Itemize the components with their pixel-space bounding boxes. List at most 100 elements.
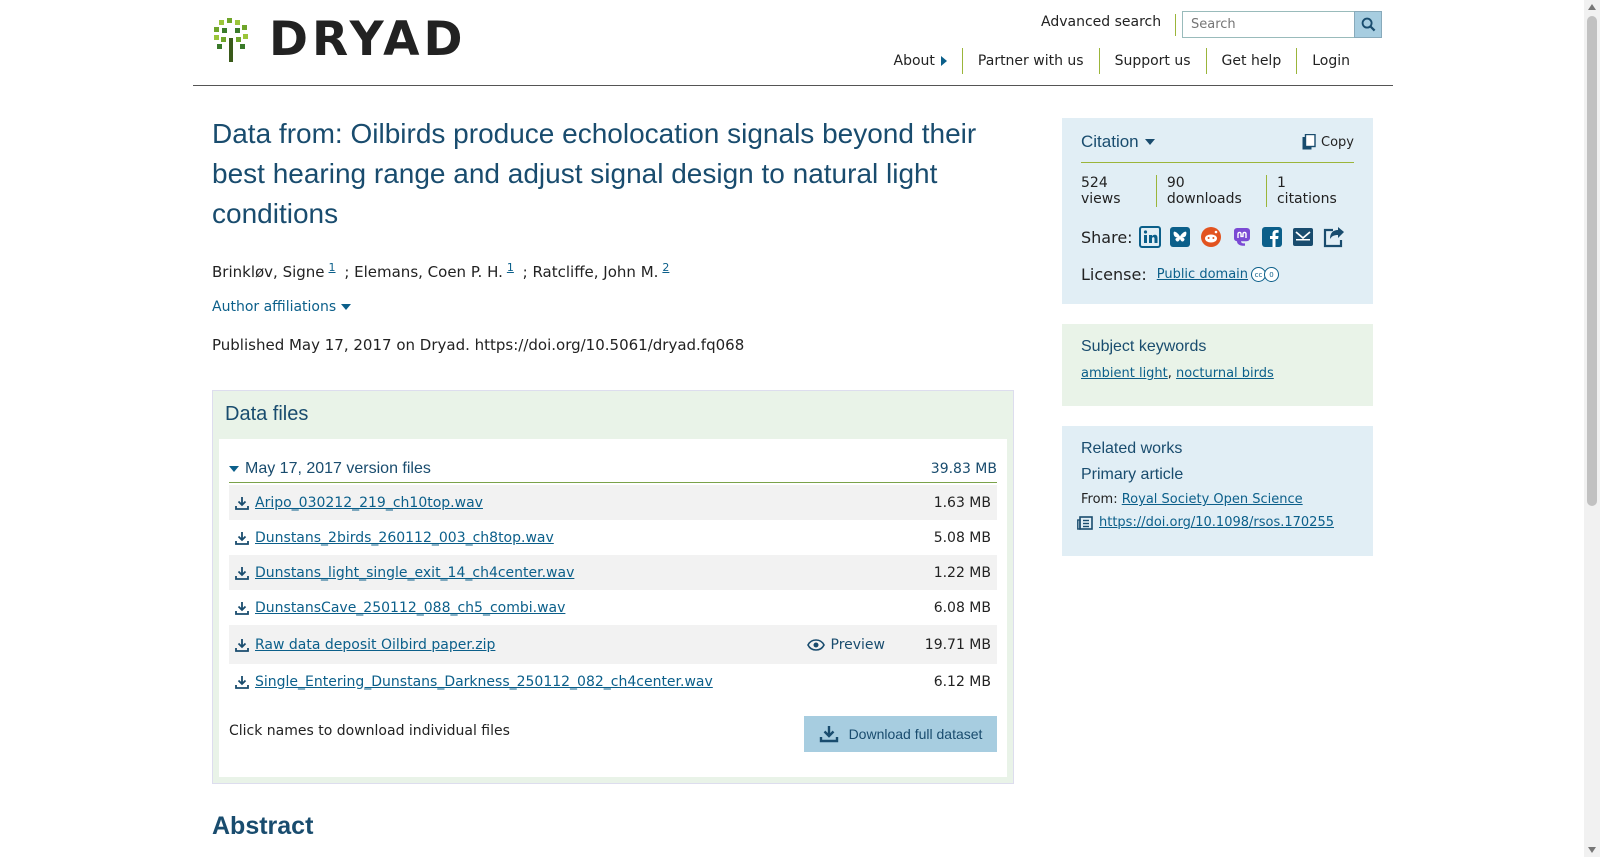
- version-size: 39.83 MB: [930, 460, 997, 477]
- affiliations-label: Author affiliations: [212, 299, 337, 315]
- related-works-panel: Related works Primary article From: Roya…: [1062, 426, 1373, 556]
- primary-article-label: Primary article: [1081, 466, 1184, 483]
- download-icon: [235, 638, 249, 652]
- version-toggle[interactable]: May 17, 2017 version files 39.83 MB: [229, 455, 997, 483]
- file-size: 6.12 MB: [933, 673, 991, 690]
- advanced-search-link[interactable]: Advanced search: [1041, 14, 1177, 36]
- facebook-icon[interactable]: [1261, 225, 1284, 249]
- logo-text: DRYAD: [269, 12, 467, 67]
- affiliation-ref[interactable]: 1: [507, 261, 514, 274]
- file-link-wrap: Dunstans_light_single_exit_14_ch4center.…: [235, 565, 574, 581]
- search-button[interactable]: [1354, 11, 1382, 38]
- nav-login[interactable]: Login: [1296, 48, 1365, 74]
- file-row: Dunstans_light_single_exit_14_ch4center.…: [229, 555, 997, 590]
- dataset-title: Data from: Oilbirds produce echolocation…: [212, 118, 977, 229]
- file-link-wrap: Dunstans_2birds_260112_003_ch8top.wav: [235, 530, 554, 546]
- email-icon[interactable]: [1291, 225, 1314, 249]
- copy-label: Copy: [1321, 134, 1354, 150]
- search-icon: [1361, 17, 1375, 32]
- doi-link[interactable]: https://doi.org/10.1098/rsos.170255: [1099, 515, 1334, 530]
- affiliation-ref[interactable]: 1: [329, 261, 336, 274]
- click-names-note: Click names to download individual files: [229, 723, 510, 739]
- download-full-dataset-button[interactable]: Download full dataset: [804, 716, 997, 752]
- file-row: DunstansCave_250112_088_ch5_combi.wav 6.…: [229, 590, 997, 625]
- file-size: 19.71 MB: [924, 636, 991, 653]
- affiliation-ref[interactable]: 2: [662, 261, 669, 274]
- nav-support[interactable]: Support us: [1098, 48, 1206, 74]
- copy-icon: [1302, 134, 1316, 150]
- author-list: Brinkløv, Signe 1 ; Elemans, Coen P. H. 1 …: [212, 259, 673, 281]
- file-link[interactable]: Dunstans_light_single_exit_14_ch4center.…: [255, 565, 574, 581]
- nav-partner[interactable]: Partner with us: [961, 48, 1099, 74]
- caret-right-icon: [940, 56, 947, 66]
- preview-label: Preview: [830, 636, 886, 653]
- download-icon: [235, 566, 249, 580]
- main-nav: About Partner with us Support us Get hel…: [879, 48, 1365, 74]
- share-row: Share:: [1081, 225, 1354, 249]
- metrics: 524 views 90 downloads 1 citations: [1081, 175, 1354, 207]
- file-size: 5.08 MB: [933, 529, 991, 546]
- related-works-title: Related works: [1081, 440, 1183, 457]
- keyword-link[interactable]: nocturnal birds: [1176, 366, 1274, 381]
- nav-about-label: About: [893, 53, 935, 69]
- subject-keywords-panel: Subject keywords ambient light, nocturna…: [1062, 324, 1373, 406]
- views-count: 524 views: [1081, 175, 1121, 207]
- file-link[interactable]: Aripo_030212_219_ch10top.wav: [255, 495, 483, 511]
- scroll-up-arrow-icon[interactable]: [1588, 4, 1596, 10]
- file-size: 6.08 MB: [933, 599, 991, 616]
- caret-down-icon: [229, 465, 239, 472]
- file-link[interactable]: DunstansCave_250112_088_ch5_combi.wav: [255, 600, 565, 616]
- version-label-wrap: May 17, 2017 version files: [229, 460, 431, 478]
- eye-icon: [806, 638, 825, 651]
- article-icon: [1077, 515, 1093, 530]
- file-link[interactable]: Single_Entering_Dunstans_Darkness_250112…: [255, 674, 713, 690]
- data-files-panel: Data files May 17, 2017 version files 39…: [212, 390, 1014, 784]
- download-icon: [235, 496, 249, 510]
- citation-header: Citation Copy: [1081, 132, 1354, 163]
- file-link-wrap: Single_Entering_Dunstans_Darkness_250112…: [235, 674, 713, 690]
- file-row: Raw data deposit Oilbird paper.zip Previ…: [229, 625, 997, 664]
- download-full-label: Download full dataset: [848, 726, 983, 742]
- cc-icon: cc 0: [1251, 267, 1280, 282]
- nav-help[interactable]: Get help: [1205, 48, 1297, 74]
- file-row: Aripo_030212_219_ch10top.wav 1.63 MB: [229, 485, 997, 520]
- bluesky-icon[interactable]: [1169, 225, 1192, 249]
- related-doi: https://doi.org/10.1098/rsos.170255: [1077, 515, 1354, 530]
- file-link[interactable]: Dunstans_2birds_260112_003_ch8top.wav: [255, 530, 554, 546]
- data-files-list: May 17, 2017 version files 39.83 MB Arip…: [219, 439, 1007, 777]
- linkedin-icon[interactable]: [1138, 225, 1162, 249]
- search-input[interactable]: [1182, 11, 1378, 38]
- scroll-thumb[interactable]: [1587, 16, 1597, 506]
- download-icon: [819, 726, 838, 743]
- related-from: From: Royal Society Open Science: [1081, 492, 1354, 507]
- author-name: ; Elemans, Coen P. H.: [344, 263, 503, 281]
- mastodon-icon[interactable]: [1230, 225, 1253, 249]
- share-icon[interactable]: [1322, 225, 1346, 249]
- citation-toggle[interactable]: Citation: [1081, 132, 1155, 152]
- license-link[interactable]: Public domain: [1157, 267, 1248, 282]
- author-name: Brinkløv, Signe: [212, 263, 325, 281]
- version-label: May 17, 2017 version files: [245, 459, 431, 477]
- data-files-title: Data files: [225, 403, 309, 425]
- reddit-icon[interactable]: [1200, 225, 1223, 249]
- author-name: ; Ratcliffe, John M.: [522, 263, 659, 281]
- file-row: Dunstans_2birds_260112_003_ch8top.wav 5.…: [229, 520, 997, 555]
- download-icon: [235, 531, 249, 545]
- journal-link[interactable]: Royal Society Open Science: [1122, 492, 1303, 507]
- abstract-heading: Abstract: [212, 812, 314, 840]
- scroll-down-arrow-icon[interactable]: [1588, 847, 1596, 853]
- file-size: 1.22 MB: [933, 564, 991, 581]
- keyword-link[interactable]: ambient light: [1081, 366, 1168, 381]
- page-scrollbar[interactable]: [1584, 0, 1600, 857]
- caret-down-icon: [1144, 139, 1155, 145]
- nav-about[interactable]: About: [879, 48, 962, 74]
- copy-citation-button[interactable]: Copy: [1302, 134, 1354, 150]
- published-info: Published May 17, 2017 on Dryad. https:/…: [212, 336, 745, 354]
- file-link[interactable]: Raw data deposit Oilbird paper.zip: [255, 637, 495, 653]
- keywords-title: Subject keywords: [1081, 338, 1207, 355]
- author-affiliations-toggle[interactable]: Author affiliations: [212, 299, 352, 315]
- from-label: From:: [1081, 492, 1122, 507]
- file-size: 1.63 MB: [933, 494, 991, 511]
- dryad-logo[interactable]: DRYAD: [213, 16, 467, 63]
- preview-button[interactable]: Preview: [806, 636, 886, 653]
